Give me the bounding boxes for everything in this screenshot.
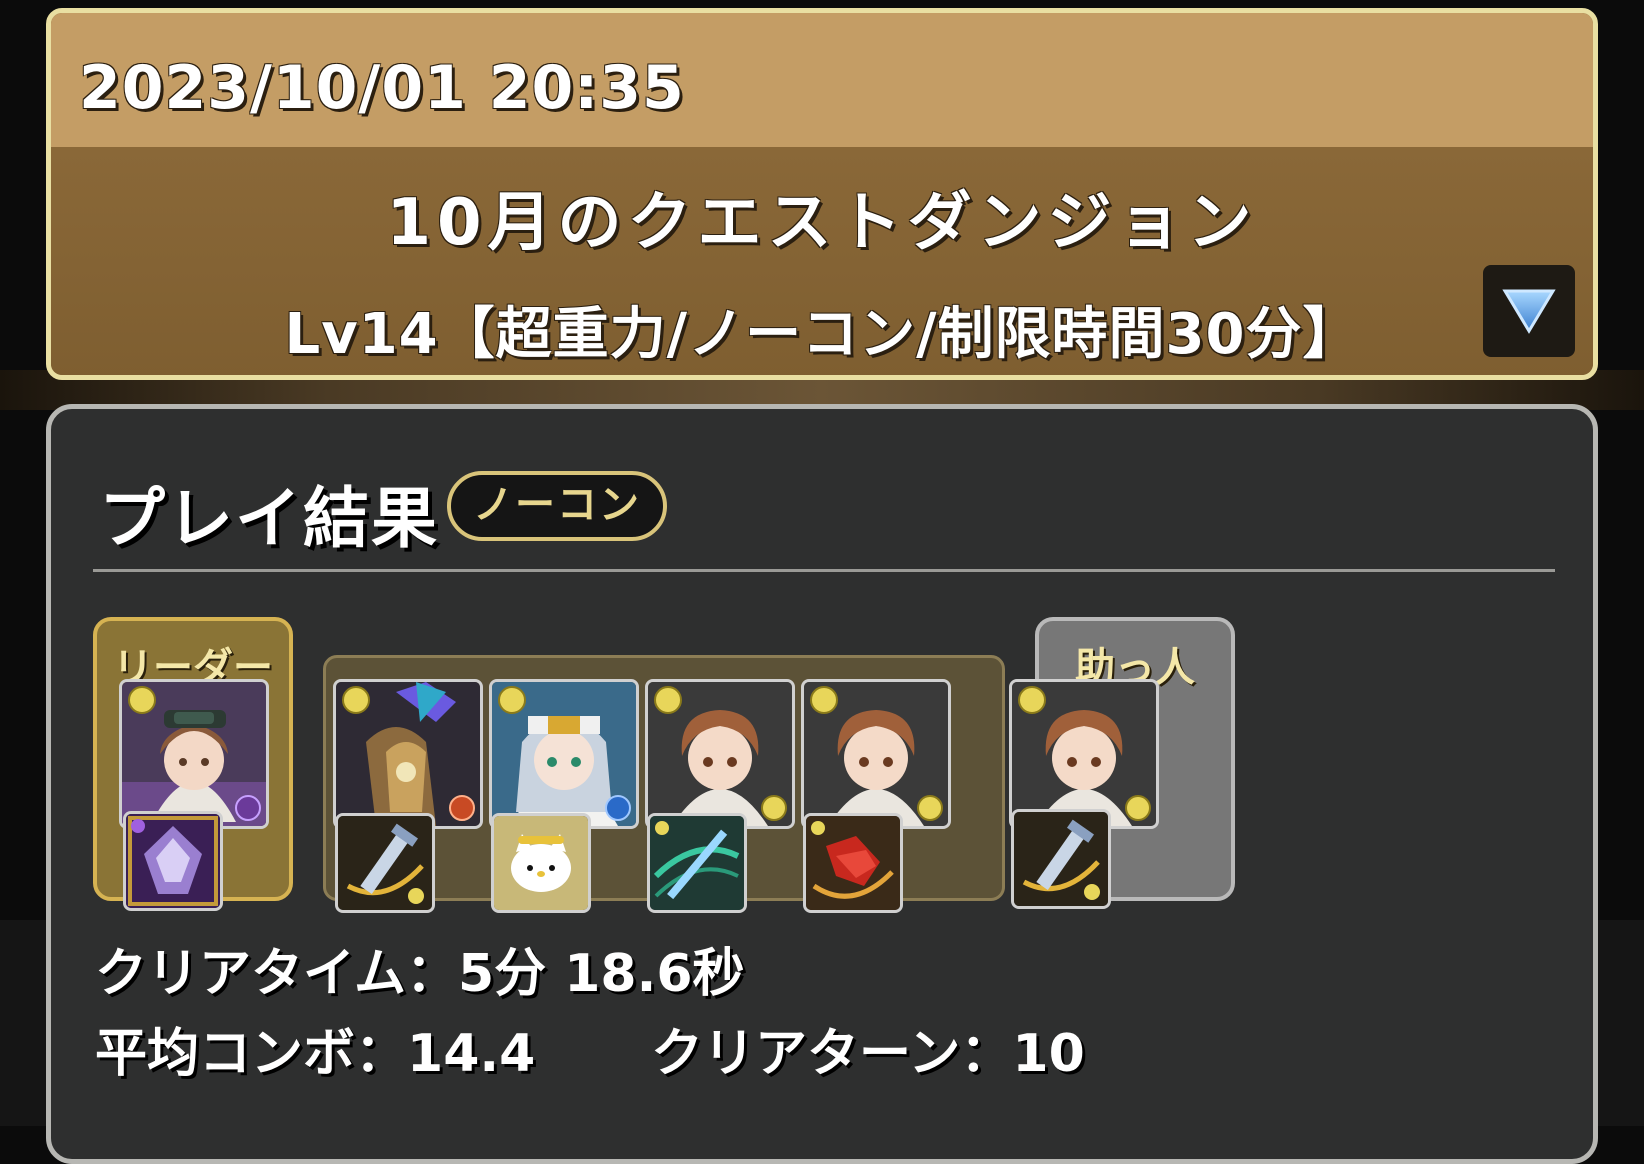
divider xyxy=(93,569,1555,572)
purple-dragon-assist-icon xyxy=(126,814,220,908)
helper-assist-card[interactable] xyxy=(1011,809,1111,909)
sub-assist-card-2[interactable] xyxy=(491,813,591,913)
clear-time-stat: クリアタイム：5分 18.6秒 xyxy=(95,931,745,1006)
red-gloves-assist-icon xyxy=(806,816,900,910)
average-combo-value: 14.4 xyxy=(407,1024,536,1084)
clear-time-value: 5分 18.6秒 xyxy=(457,944,745,1004)
sub-assist-card-3[interactable] xyxy=(647,813,747,913)
result-title: プレイ結果 xyxy=(99,480,439,557)
sub-assist-card-4[interactable] xyxy=(803,813,903,913)
clear-turn-value: 10 xyxy=(1012,1024,1085,1084)
hello-kitty-assist-icon xyxy=(494,816,588,910)
armored-dragon-portrait-icon xyxy=(336,682,480,826)
misaka-goggles-portrait-icon xyxy=(122,682,266,826)
sub-monster-card-3[interactable] xyxy=(645,679,795,829)
clear-turn-label: クリアターン： xyxy=(651,1024,1013,1084)
floor-title: Lv14【超重力/ノーコン/制限時間30分】 xyxy=(284,302,1360,367)
misaka-portrait-icon xyxy=(648,682,792,826)
average-combo-stat: 平均コンボ：14.4 xyxy=(95,1011,535,1086)
misaka-portrait-icon xyxy=(1012,682,1156,826)
play-timestamp: 2023/10/01 20:35 xyxy=(79,53,685,123)
sub-monster-card-2[interactable] xyxy=(489,679,639,829)
leader-monster-card[interactable] xyxy=(119,679,269,829)
clear-time-label: クリアタイム： xyxy=(95,944,458,1004)
sub-assist-card-1[interactable] xyxy=(335,813,435,913)
no-continue-badge: ノーコン xyxy=(447,471,667,541)
dungeon-header-card[interactable]: 2023/10/01 20:35 10月のクエストダンジョン Lv14【超重力/… xyxy=(46,8,1598,380)
average-combo-label: 平均コンボ： xyxy=(95,1024,408,1084)
dungeon-title: 10月のクエストダンジョン xyxy=(386,186,1258,260)
misaka-portrait-icon xyxy=(804,682,948,826)
helper-monster-card[interactable] xyxy=(1009,679,1159,829)
sub-monster-card-4[interactable] xyxy=(801,679,951,829)
triangle-down-icon xyxy=(1502,289,1556,334)
shining-rod-assist-icon xyxy=(338,816,432,910)
green-sword-assist-icon xyxy=(650,816,744,910)
leader-assist-card[interactable] xyxy=(123,811,223,911)
sub-monster-card-1[interactable] xyxy=(333,679,483,829)
shining-rod-assist-icon xyxy=(1014,812,1108,906)
index-nun-portrait-icon xyxy=(492,682,636,826)
clear-turn-stat: クリアターン：10 xyxy=(651,1011,1085,1086)
expand-button[interactable] xyxy=(1483,265,1575,357)
play-result-panel: プレイ結果 ノーコン リーダー 助っ人 クリアタイム：5分 18.6秒 平均コン… xyxy=(46,404,1598,1164)
